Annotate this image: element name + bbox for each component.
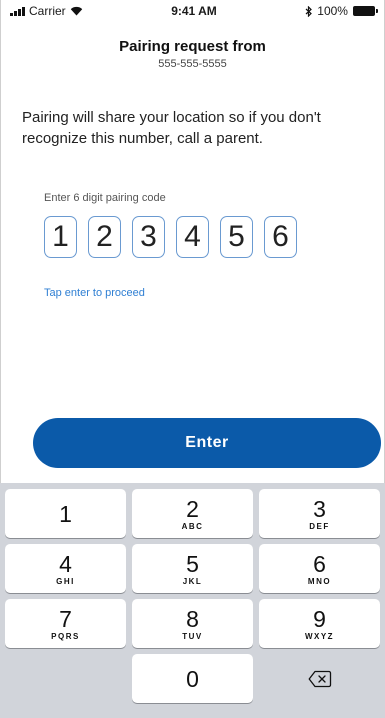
status-left: Carrier [10,4,83,18]
delete-key[interactable] [259,654,380,703]
battery-percent: 100% [317,4,348,18]
key-letters: MNO [307,576,332,586]
key-letters: WXYZ [304,631,335,641]
key-7[interactable]: 7 PQRS [5,599,126,648]
key-digit: 7 [59,605,72,632]
wifi-icon [70,6,82,16]
enter-button[interactable]: Enter [33,418,381,468]
key-digit: 9 [313,605,326,632]
key-digit: 6 [313,550,326,577]
key-letters: PQRS [51,631,80,641]
code-digit-box[interactable]: 6 [264,216,297,258]
key-8[interactable]: 8 TUV [132,599,253,648]
code-digit-box[interactable]: 1 [44,216,77,258]
key-digit: 4 [59,550,72,577]
key-0[interactable]: 0 [132,654,253,703]
header: Pairing request from 555-555-5555 [0,38,385,70]
code-digit-box[interactable]: 3 [132,216,165,258]
key-letters: TUV [182,631,203,641]
code-digit-box[interactable]: 4 [176,216,209,258]
carrier-label: Carrier [29,4,66,18]
keypad-blank [5,654,126,703]
key-3[interactable]: 3 DEF [259,489,380,538]
status-right: 100% [305,4,378,18]
backspace-icon [308,670,331,687]
key-letters: GHI [56,576,75,586]
code-digit-box[interactable]: 5 [220,216,253,258]
key-9[interactable]: 9 WXYZ [259,599,380,648]
key-digit: 3 [313,495,326,522]
key-1[interactable]: 1 [5,489,126,538]
key-digit: 2 [186,495,199,522]
proceed-hint: Tap enter to proceed [44,287,145,299]
key-4[interactable]: 4 GHI [5,544,126,593]
key-digit: 5 [186,550,199,577]
key-digit: 8 [186,605,199,632]
bluetooth-icon [305,5,313,17]
signal-icon [10,6,25,16]
code-input[interactable]: 1 2 3 4 5 6 [44,216,297,258]
keypad-row: 7 PQRS 8 TUV 9 WXYZ [5,599,380,648]
status-time: 9:41 AM [171,4,217,18]
battery-icon [352,6,378,16]
code-digit-box[interactable]: 2 [88,216,121,258]
key-digit: 1 [59,500,72,527]
key-letters: DEF [309,521,330,531]
keypad-row: 0 [5,654,380,703]
phone-number: 555-555-5555 [158,58,227,70]
key-2[interactable]: 2 ABC [132,489,253,538]
phone-screen: Carrier 9:41 AM 100% Pairing request fro… [0,0,385,718]
keypad-row: 4 GHI 5 JKL 6 MNO [5,544,380,593]
key-letters: ABC [181,521,204,531]
numeric-keypad: 1 2 ABC 3 DEF 4 GHI 5 JKL 6 MNO 7 PQRS 8… [0,483,385,718]
key-letters: JKL [182,576,203,586]
key-6[interactable]: 6 MNO [259,544,380,593]
pairing-message: Pairing will share your location so if y… [22,109,321,147]
page-title: Pairing request from [119,38,266,55]
key-digit: 0 [186,665,199,692]
key-5[interactable]: 5 JKL [132,544,253,593]
status-bar: Carrier 9:41 AM 100% [0,0,385,22]
keypad-row: 1 2 ABC 3 DEF [5,489,380,538]
code-label: Enter 6 digit pairing code [44,192,166,204]
